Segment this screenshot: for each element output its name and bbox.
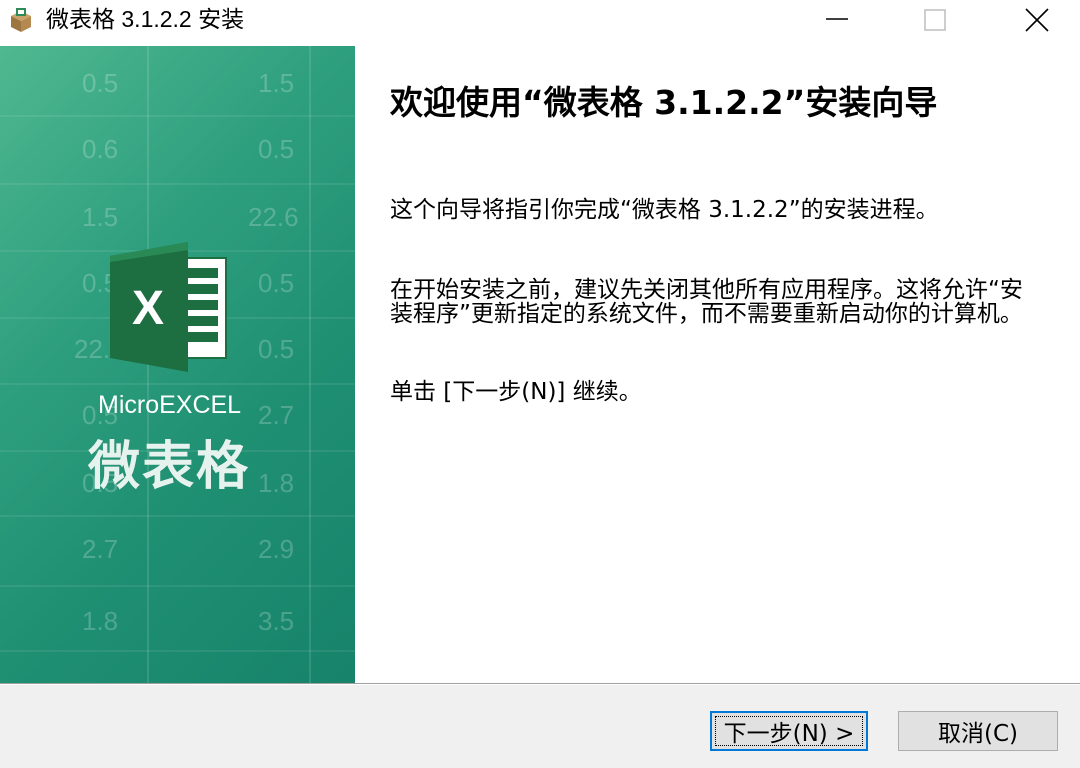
title-bar: 微表格 3.1.2.2 安装 xyxy=(0,0,1080,40)
wizard-banner: 0.5 1.5 0.6 0.5 1.5 22.6 0.5 0.5 22.6 0.5 0.5 2.7 0.… xyxy=(0,46,355,683)
banner-number: 0.5 xyxy=(258,334,295,364)
next-button[interactable]: 下一步(N) > xyxy=(710,711,868,751)
banner-number: 1.8 xyxy=(258,468,295,498)
banner-number: 0.6 xyxy=(82,134,119,164)
wizard-heading: 欢迎使用“微表格 3.1.2.2”安装向导 xyxy=(390,83,938,122)
banner-number: 22.6 xyxy=(248,202,299,232)
banner-number: 1.5 xyxy=(258,68,295,98)
installer-box-icon xyxy=(8,6,34,34)
svg-text:X: X xyxy=(132,282,164,335)
close-button[interactable] xyxy=(1004,0,1070,40)
cancel-button-label: 取消(C) xyxy=(937,721,1018,747)
focus-rectangle xyxy=(715,716,863,746)
banner-number: 2.7 xyxy=(258,400,295,430)
brand-english: MicroEXCEL xyxy=(98,391,242,419)
maximize-icon xyxy=(924,9,946,31)
banner-number: 1.8 xyxy=(82,606,119,636)
cancel-button[interactable]: 取消(C) xyxy=(898,711,1058,751)
brand-chinese: 微表格 xyxy=(88,437,251,497)
window-title: 微表格 3.1.2.2 安装 xyxy=(46,6,245,32)
minimize-icon xyxy=(826,18,848,20)
excel-logo-icon: X xyxy=(110,242,227,372)
banner-number: 3.5 xyxy=(258,606,295,636)
minimize-button[interactable] xyxy=(804,0,870,40)
close-apps-paragraph: 在开始安装之前，建议先关闭其他所有应用程序。这将允许“安装程序”更新指定的系统文… xyxy=(390,277,1023,327)
maximize-button[interactable] xyxy=(902,0,968,40)
banner-number: 0.5 xyxy=(258,268,295,298)
banner-number: 2.7 xyxy=(82,534,119,564)
continue-instruction: 单击 [下一步(N)] 继续。 xyxy=(390,379,642,405)
footer-bar: 下一步(N) > 取消(C) xyxy=(0,685,1080,768)
banner-number: 1.5 xyxy=(82,202,119,232)
banner-number: 0.5 xyxy=(82,68,119,98)
close-icon xyxy=(1025,8,1049,32)
banner-number: 2.9 xyxy=(258,534,295,564)
banner-number: 0.5 xyxy=(258,134,295,164)
intro-paragraph: 这个向导将指引你完成“微表格 3.1.2.2”的安装进程。 xyxy=(390,197,939,223)
